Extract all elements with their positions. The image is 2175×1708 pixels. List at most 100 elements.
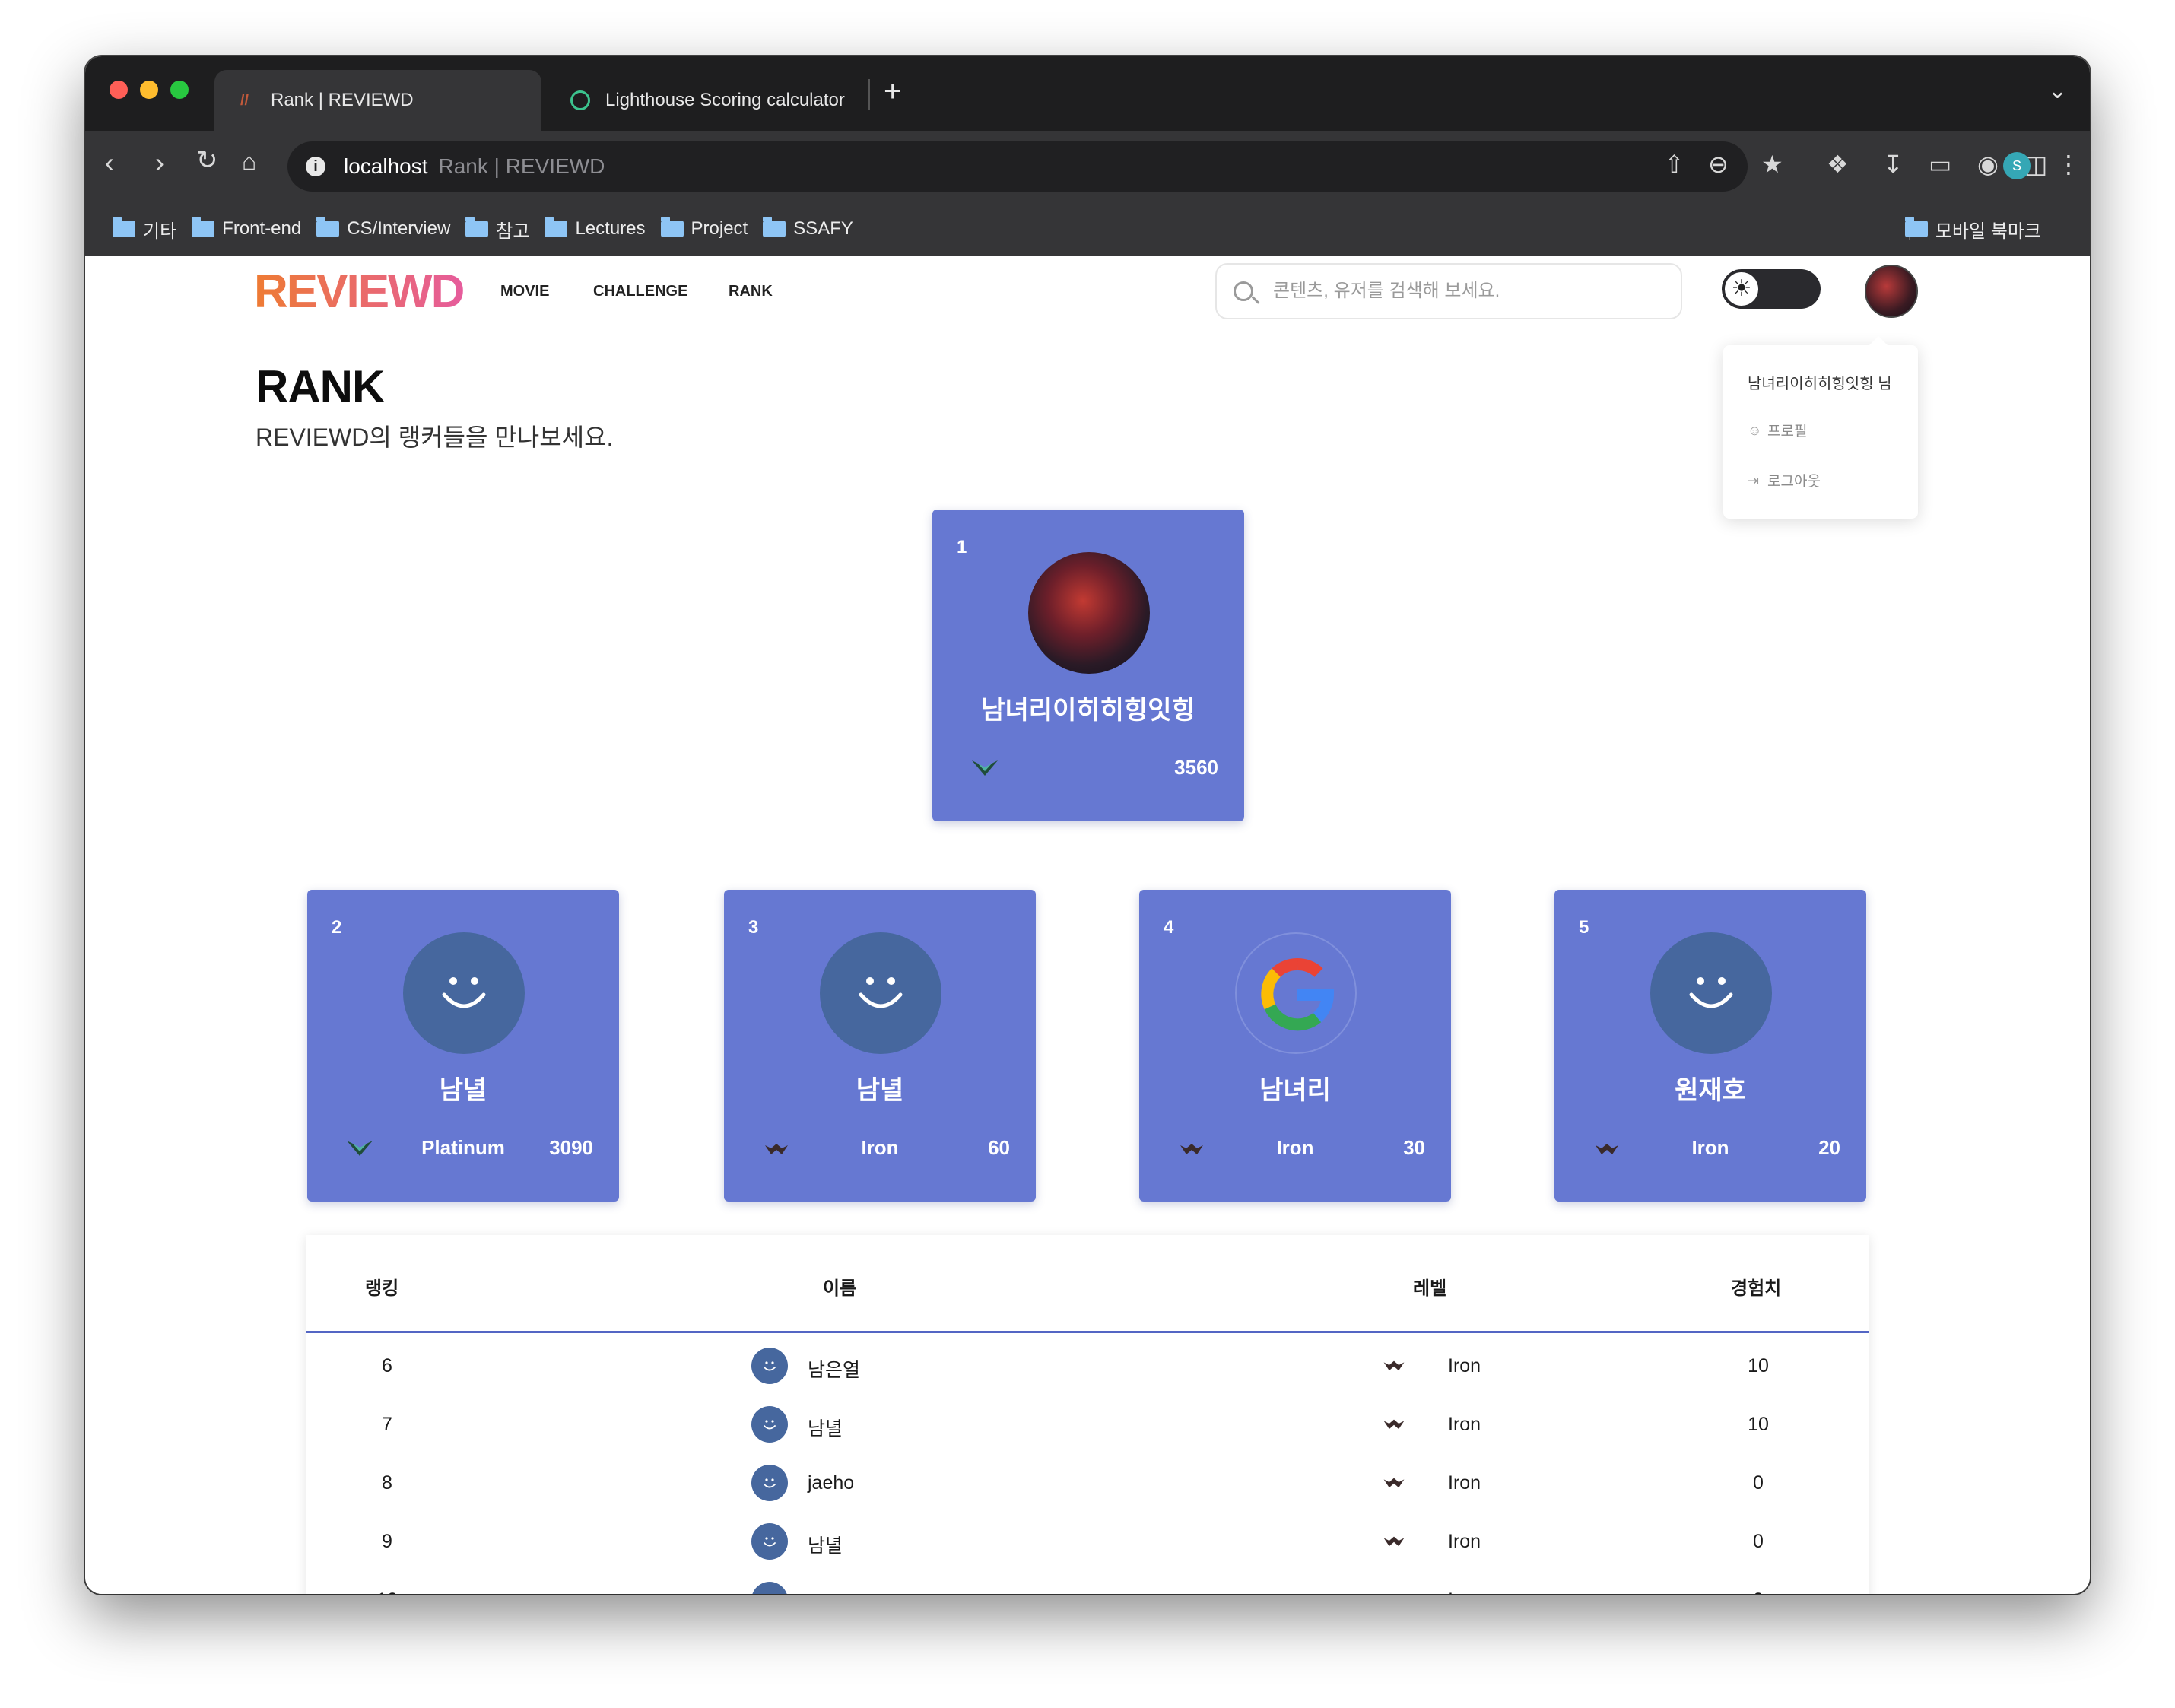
card-rank: 2: [332, 917, 342, 938]
iron-emblem-icon: [1383, 1360, 1405, 1371]
row-exp: 10: [1748, 1414, 1769, 1435]
cast-icon[interactable]: ▭: [1929, 152, 1951, 176]
close-window-button[interactable]: [110, 81, 128, 99]
download-icon[interactable]: ↧: [1883, 152, 1904, 176]
row-username: 남녈: [808, 1535, 843, 1557]
dropdown-logout-item[interactable]: ⇥ 로그아웃: [1748, 470, 1821, 490]
menu-kebab-icon[interactable]: ⋮: [2056, 152, 2081, 176]
lighthouse-icon: [570, 90, 590, 110]
smile-icon: [764, 1420, 776, 1430]
site-info-icon[interactable]: i: [306, 157, 325, 176]
podium-card-5[interactable]: 5 원재호 Iron 20: [1554, 890, 1866, 1202]
user-avatar: [751, 1465, 788, 1501]
header-rank: 랭킹: [365, 1278, 399, 1299]
bookmark-star-icon[interactable]: ★: [1761, 152, 1783, 176]
user-dropdown-menu: 남녀리이히히힝잇힝 님 ☺ 프로필 ⇥ 로그아웃: [1723, 336, 1918, 519]
reload-icon[interactable]: ↻: [196, 148, 218, 173]
row-rank: 10: [376, 1589, 398, 1594]
tab-search-chevron-icon[interactable]: ⌄: [2048, 78, 2067, 104]
favicon-icon: //: [240, 92, 249, 109]
dropdown-profile-item[interactable]: ☺ 프로필: [1748, 420, 1807, 440]
row-level: Iron: [1448, 1531, 1481, 1552]
table-row[interactable]: 6 남은열 Iron 10: [306, 1337, 1869, 1395]
tab-title: Lighthouse Scoring calculator: [605, 90, 845, 110]
podium-card-3[interactable]: 3 남녈 Iron 60: [724, 890, 1036, 1202]
back-icon[interactable]: ‹: [105, 149, 114, 176]
extensions-icon[interactable]: ❖: [1827, 152, 1849, 176]
row-level: Iron: [1448, 1355, 1481, 1376]
smile-icon: [751, 1582, 788, 1594]
logout-icon: ⇥: [1748, 472, 1760, 488]
profile-avatar[interactable]: S: [2003, 152, 2031, 179]
row-username: 남녈: [808, 1589, 843, 1594]
minimize-window-button[interactable]: [140, 81, 158, 99]
smile-icon: [859, 977, 903, 1008]
screenshot-icon[interactable]: ◉: [1977, 152, 1999, 176]
card-footer: Iron 20: [1554, 1132, 1866, 1162]
bookmark-folder[interactable]: SSAFY: [763, 217, 853, 240]
row-exp: 10: [1748, 1355, 1769, 1376]
header-name: 이름: [823, 1278, 857, 1299]
user-avatar: [403, 932, 525, 1054]
tab-rank-reviewd[interactable]: // Rank | REVIEWD: [214, 70, 541, 131]
site-logo[interactable]: REVIEWD: [254, 265, 465, 319]
bookmark-folder[interactable]: Project: [660, 217, 748, 240]
nav-rank[interactable]: RANK: [729, 283, 773, 300]
page-title: RANK: [256, 361, 385, 412]
row-level: Iron: [1448, 1472, 1481, 1494]
user-avatar: [751, 1406, 788, 1443]
table-row[interactable]: 9 남녈 Iron 0: [306, 1513, 1869, 1570]
card-rank: 1: [957, 537, 967, 557]
folder-icon: [316, 217, 340, 237]
search-box[interactable]: [1215, 263, 1682, 319]
user-avatar: [1650, 932, 1772, 1054]
table-row[interactable]: 7 남녈 Iron 10: [306, 1395, 1869, 1453]
url-host: localhost: [344, 154, 428, 178]
zoom-out-icon[interactable]: ⊖: [1708, 152, 1729, 176]
search-input[interactable]: [1273, 281, 1669, 302]
mobile-bookmarks-folder[interactable]: 모바일 북마크: [1904, 202, 2041, 256]
smile-icon: [764, 1478, 776, 1488]
zoom-window-button[interactable]: [170, 81, 189, 99]
bookmark-folder[interactable]: 기타: [113, 216, 176, 243]
card-footer: Iron 60: [724, 1132, 1036, 1162]
nav-movie[interactable]: MOVIE: [500, 283, 549, 300]
theme-toggle[interactable]: ☀: [1722, 269, 1821, 309]
bookmarks-bar: 기타 Front-end CS/Interview 참고 Lectures Pr…: [85, 202, 2090, 256]
row-username: jaeho: [808, 1472, 855, 1494]
card-rank: 5: [1579, 917, 1589, 938]
google-logo-icon: [1261, 958, 1335, 1031]
podium-card-4[interactable]: 4 남녀리 Iron 30: [1139, 890, 1451, 1202]
new-tab-button[interactable]: +: [884, 76, 901, 106]
smile-icon: [764, 1361, 776, 1371]
bookmark-folder[interactable]: CS/Interview: [316, 217, 450, 240]
share-icon[interactable]: ⇧: [1664, 152, 1684, 176]
card-footer: 3560: [932, 751, 1244, 782]
user-avatar-button[interactable]: [1865, 265, 1918, 318]
bookmark-folder[interactable]: 참고: [465, 216, 529, 243]
sun-icon: ☀: [1725, 272, 1758, 306]
podium-card-1[interactable]: 1 남녀리이히히힝잇힝 3560: [932, 510, 1244, 821]
card-exp: 3560: [1174, 756, 1218, 779]
row-level: Iron: [1448, 1589, 1481, 1594]
user-avatar: [820, 932, 941, 1054]
bookmark-folder[interactable]: Lectures: [545, 217, 646, 240]
card-username: 남녀리이히히힝잇힝: [981, 696, 1195, 725]
tab-title: Rank | REVIEWD: [271, 90, 414, 110]
nav-challenge[interactable]: CHALLENGE: [593, 283, 687, 300]
search-icon: [1234, 281, 1253, 301]
home-icon[interactable]: ⌂: [242, 149, 256, 173]
table-row[interactable]: 10 남녈 Iron 0: [306, 1571, 1869, 1594]
row-exp: 0: [1753, 1531, 1764, 1552]
table-row[interactable]: 8 jaeho Iron 0: [306, 1454, 1869, 1512]
folder-icon: [113, 217, 135, 237]
podium-card-2[interactable]: 2 남녈 Platinum 3090: [307, 890, 619, 1202]
bookmark-folder[interactable]: Front-end: [192, 217, 301, 240]
forward-icon[interactable]: ›: [155, 149, 164, 176]
folder-icon: [763, 217, 786, 237]
row-rank: 7: [382, 1414, 392, 1435]
browser-window: // Rank | REVIEWD Lighthouse Scoring cal…: [85, 56, 2090, 1594]
tab-separator: [868, 79, 870, 110]
address-bar[interactable]: i localhost Rank | REVIEWD: [287, 141, 1748, 192]
card-footer: Iron 30: [1139, 1132, 1451, 1162]
